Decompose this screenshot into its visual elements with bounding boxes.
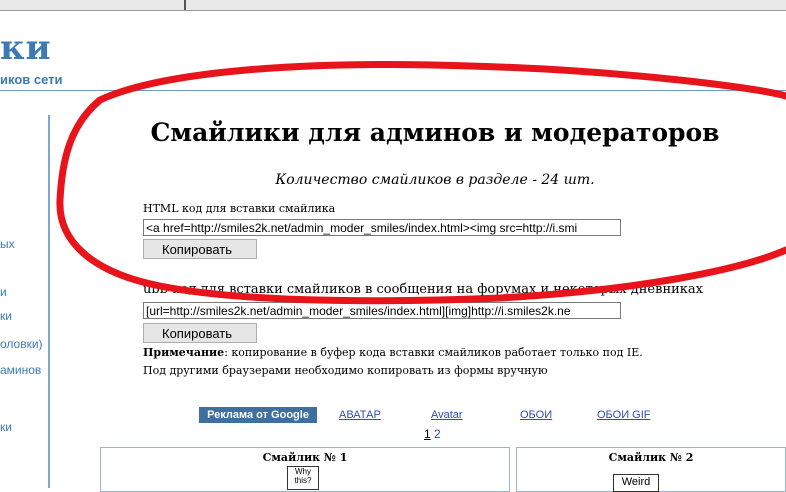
- ubb-code-field[interactable]: [143, 302, 621, 319]
- sidebar-divider: [48, 115, 50, 488]
- top-bar-divider: [184, 0, 186, 10]
- pagination: 1 2: [424, 427, 441, 441]
- note-text: : копирование в буфер кода вставки смайл…: [224, 346, 643, 359]
- sidebar-item[interactable]: ки: [0, 420, 12, 434]
- browser-top-bar: [0, 0, 786, 11]
- html-code-label: HTML код для вставки смайлика: [143, 202, 336, 215]
- page-link[interactable]: 2: [434, 427, 441, 441]
- ubb-code-label: ubb-код для вставки смайликов в сообщени…: [143, 282, 703, 297]
- page-current[interactable]: 1: [424, 427, 431, 441]
- ad-link-wallpapers-gif[interactable]: ОБОИ GIF: [597, 409, 651, 421]
- sidebar-item[interactable]: и: [0, 285, 7, 299]
- html-code-field[interactable]: [143, 219, 621, 236]
- smiley-card: Смайлик № 1 Why this?: [100, 447, 510, 492]
- smiley-count: Количество смайликов в разделе - 24 шт.: [275, 172, 595, 188]
- ad-link-avatar-ru[interactable]: АВАТАР: [339, 409, 381, 421]
- copy-html-button[interactable]: Копировать: [143, 239, 257, 259]
- sidebar-item[interactable]: оловки): [0, 337, 43, 351]
- header-divider: [0, 90, 786, 91]
- site-tagline: иков сети: [0, 72, 63, 87]
- red-annotation-ellipse: [56, 61, 786, 305]
- sidebar-item[interactable]: ых: [0, 237, 15, 251]
- google-ads-label[interactable]: Реклама от Google: [199, 407, 317, 423]
- site-logo[interactable]: ки: [0, 28, 52, 68]
- note-line-2: Под другими браузерами необходимо копиро…: [143, 364, 548, 377]
- page-title: Смайлики для админов и модераторов: [150, 118, 720, 147]
- sidebar-item[interactable]: аминов: [0, 363, 41, 377]
- smiley-card: Смайлик № 2 Weird: [516, 447, 786, 492]
- note-line-1: Примечание: копирование в буфер кода вст…: [143, 346, 643, 359]
- smiley-image[interactable]: Why this?: [287, 466, 319, 490]
- note-label: Примечание: [143, 346, 225, 359]
- ad-link-wallpapers[interactable]: ОБОИ: [520, 409, 552, 421]
- sidebar-item[interactable]: ки: [0, 309, 12, 323]
- smiley-title: Смайлик № 2: [608, 451, 694, 464]
- copy-ubb-button[interactable]: Копировать: [143, 323, 257, 343]
- smiley-title: Смайлик № 1: [262, 451, 348, 464]
- smiley-image[interactable]: Weird: [613, 474, 659, 492]
- ad-link-avatar[interactable]: Avatar: [431, 409, 463, 421]
